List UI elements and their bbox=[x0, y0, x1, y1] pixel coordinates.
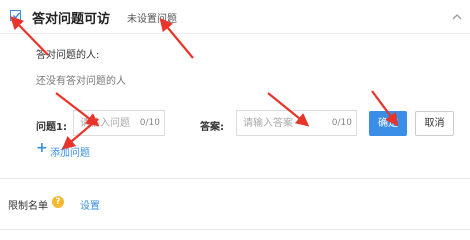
help-icon[interactable]: ? bbox=[52, 196, 64, 208]
answer-field[interactable]: 0/10 bbox=[236, 110, 357, 136]
answered-people-label: 答对问题的人: bbox=[36, 50, 100, 61]
confirm-button[interactable]: 确定 bbox=[369, 111, 407, 136]
access-toggle-checkbox[interactable] bbox=[10, 10, 21, 21]
cancel-button[interactable]: 取消 bbox=[415, 111, 454, 136]
section-title: 答对问题可访 bbox=[32, 12, 111, 27]
answer-char-count: 0/10 bbox=[331, 118, 352, 128]
question-field[interactable]: 0/10 bbox=[73, 110, 165, 136]
section-divider bbox=[0, 178, 470, 179]
restriction-settings-link[interactable]: 设置 bbox=[80, 197, 100, 212]
question-status: 未设置问题 bbox=[127, 14, 177, 25]
answer-label: 答案: bbox=[200, 122, 224, 133]
header-divider bbox=[0, 33, 470, 34]
add-question-link[interactable]: 添加问题 bbox=[50, 144, 90, 159]
bottom-divider bbox=[0, 229, 470, 230]
arrow-to-status bbox=[159, 17, 194, 59]
empty-people-text: 还没有答对问题的人 bbox=[36, 76, 126, 87]
question-label: 问题1: bbox=[36, 122, 67, 133]
chevron-up-icon[interactable] bbox=[452, 13, 462, 20]
checkmark-icon bbox=[12, 12, 21, 19]
plus-icon[interactable]: + bbox=[36, 140, 48, 156]
restriction-list-label: 限制名单 bbox=[8, 201, 48, 212]
question-char-count: 0/10 bbox=[139, 118, 160, 128]
